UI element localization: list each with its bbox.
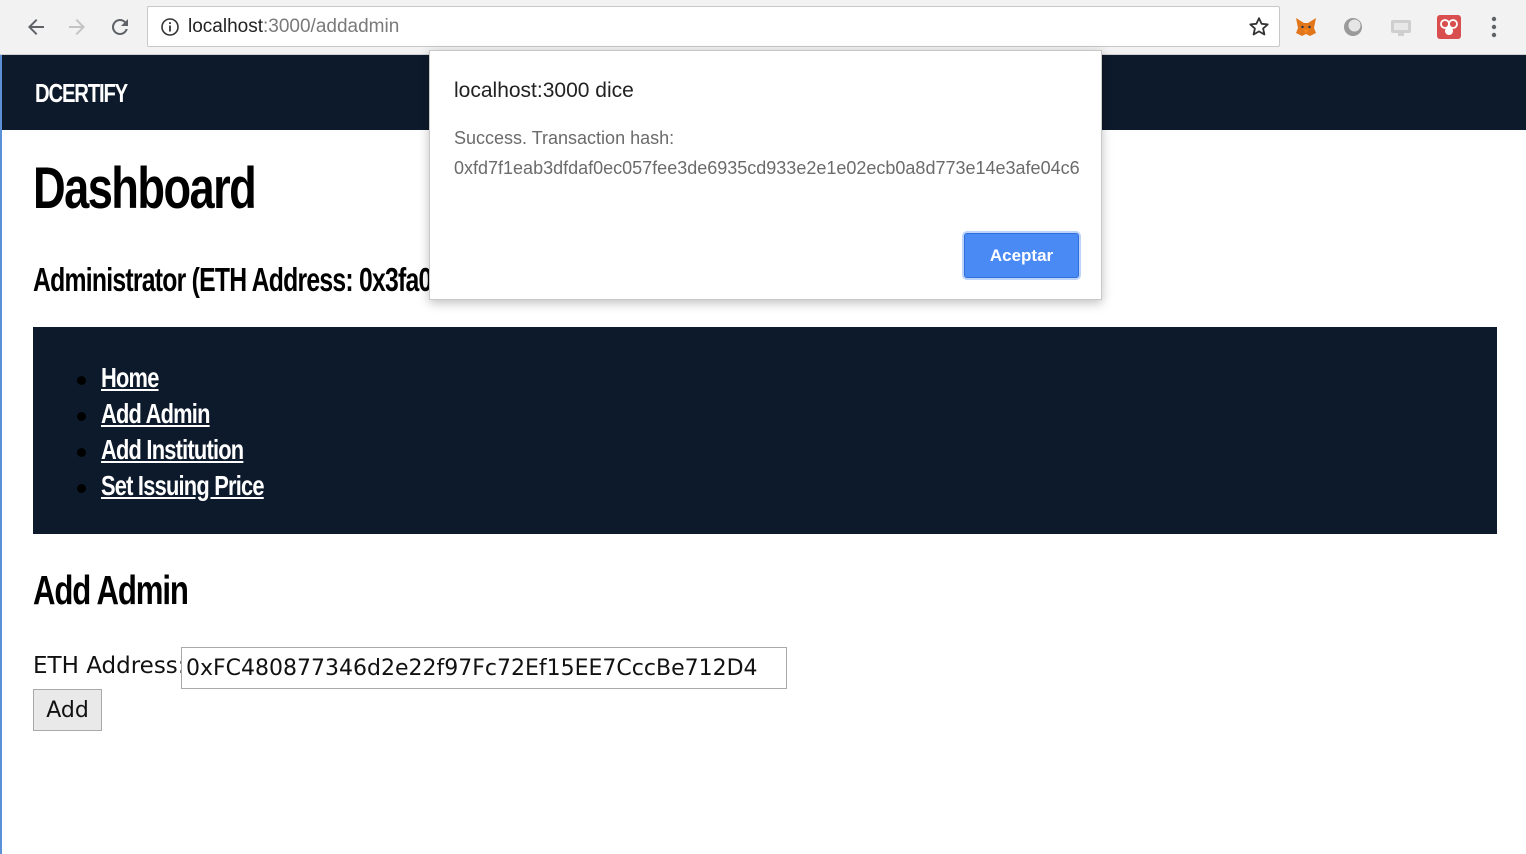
- info-icon[interactable]: [160, 17, 180, 37]
- alert-dialog: localhost:3000 dice Success. Transaction…: [429, 50, 1102, 300]
- back-button[interactable]: [21, 12, 51, 42]
- list-bullet: [77, 484, 86, 493]
- nav-link-set-issuing-price[interactable]: Set Issuing Price: [101, 470, 265, 502]
- bookmark-star-icon[interactable]: [1247, 15, 1271, 39]
- nav-link-add-admin[interactable]: Add Admin: [101, 398, 210, 430]
- url-text: localhost:3000/addadmin: [188, 16, 400, 37]
- forward-arrow-icon: [69, 19, 85, 35]
- reload-button[interactable]: [105, 12, 135, 42]
- cast-extension-icon[interactable]: [1388, 14, 1414, 40]
- dashboard-nav: Home Add Admin Add Institution Set Issui…: [33, 327, 1497, 534]
- bug-extension-icon[interactable]: [1436, 14, 1462, 40]
- add-button[interactable]: Add: [33, 689, 102, 731]
- back-arrow-icon: [28, 19, 44, 35]
- page-title: Dashboard: [33, 156, 257, 221]
- section-title: Add Admin: [33, 567, 189, 613]
- forward-button[interactable]: [62, 12, 92, 42]
- metamask-fox-icon[interactable]: [1293, 14, 1319, 40]
- administrator-heading: Administrator (ETH Address: 0x3fa0: [33, 261, 432, 298]
- eth-address-label: ETH Address:: [33, 653, 186, 679]
- browser-toolbar: localhost:3000/addadmin: [0, 0, 1526, 55]
- dialog-message: Success. Transaction hash: 0xfd7f1eab3df…: [454, 123, 1084, 183]
- nav-link-home[interactable]: Home: [101, 362, 159, 394]
- list-bullet: [77, 448, 86, 457]
- more-vert-icon[interactable]: [1482, 14, 1506, 40]
- accept-button[interactable]: Aceptar: [964, 233, 1079, 278]
- list-bullet: [77, 412, 86, 421]
- reload-icon: [111, 18, 128, 35]
- eth-address-input[interactable]: [181, 647, 787, 689]
- nav-link-add-institution[interactable]: Add Institution: [101, 434, 244, 466]
- brand-logo[interactable]: DCERTIFY: [35, 78, 128, 109]
- list-bullet: [77, 376, 86, 385]
- extension-circle-icon[interactable]: [1340, 14, 1366, 40]
- dialog-message-line: Success. Transaction hash:: [454, 128, 675, 148]
- dialog-title: localhost:3000 dice: [454, 79, 634, 102]
- transaction-hash: 0xfd7f1eab3dfdaf0ec057fee3de6935cd933e2e…: [454, 158, 1080, 178]
- address-bar[interactable]: localhost:3000/addadmin: [147, 6, 1280, 47]
